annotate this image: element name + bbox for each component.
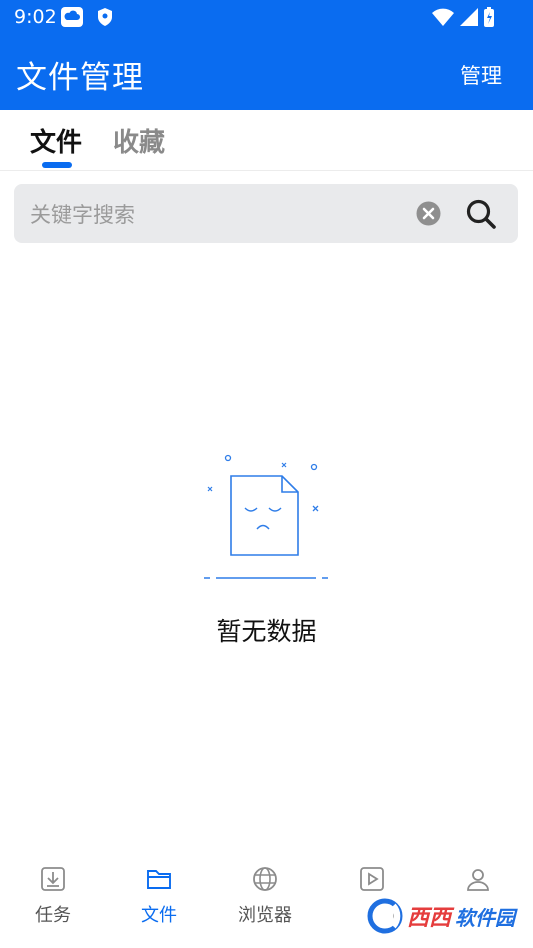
nav-label-tasks: 任务 [35, 905, 71, 926]
shield-icon [96, 6, 114, 32]
folder-icon [147, 870, 171, 889]
empty-state-text: 暂无数据 [216, 617, 317, 646]
signal-icon [460, 8, 478, 26]
wifi-icon [432, 8, 454, 26]
nav-item-profile[interactable] [425, 865, 531, 893]
search-input[interactable] [28, 184, 412, 245]
user-icon [467, 869, 489, 891]
tab-files[interactable]: 文件 [30, 122, 82, 159]
watermark-c-icon [367, 898, 403, 934]
watermark-logo: 西西 软件园 [367, 898, 515, 934]
nav-item-tasks[interactable]: 任务 [0, 865, 106, 927]
empty-document-illustration [200, 452, 330, 586]
status-icons [431, 6, 495, 28]
nav-item-video[interactable] [319, 865, 425, 893]
page-title: 文件管理 [16, 60, 144, 96]
nav-label-browser: 浏览器 [238, 905, 292, 926]
battery-icon [484, 7, 494, 27]
app-header: 9:02 文件管理 管理 [0, 0, 533, 110]
globe-icon [253, 867, 277, 891]
tab-indicator [42, 162, 72, 168]
clear-icon[interactable] [416, 201, 441, 226]
cloud-sync-icon [60, 6, 84, 32]
nav-label-files: 文件 [141, 905, 177, 926]
watermark-text-red: 西西 [406, 906, 451, 931]
play-icon [360, 867, 384, 891]
tab-bar: 文件 收藏 [0, 110, 533, 171]
download-tray-icon [41, 867, 65, 891]
status-time: 9:02 [14, 6, 57, 28]
manage-button[interactable]: 管理 [460, 60, 502, 90]
search-icon[interactable] [465, 198, 497, 230]
nav-item-browser[interactable]: 浏览器 [212, 865, 318, 927]
nav-item-files[interactable]: 文件 [106, 865, 212, 927]
watermark-text-blue: 软件园 [455, 905, 515, 930]
search-bar [14, 184, 518, 245]
tab-favorites[interactable]: 收藏 [113, 122, 165, 159]
